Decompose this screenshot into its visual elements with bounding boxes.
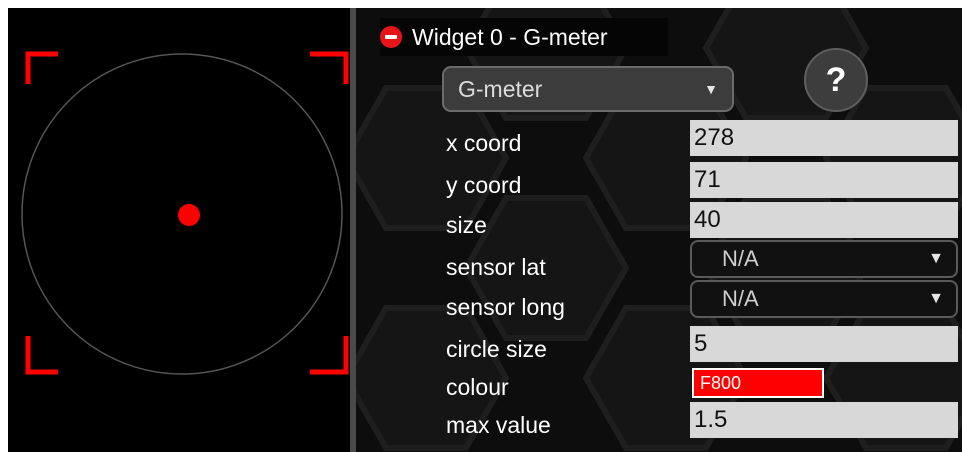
field-row-colour: colour F800 bbox=[356, 364, 962, 404]
widget-type-value: G-meter bbox=[458, 75, 543, 102]
circle-size-label: circle size bbox=[446, 336, 547, 362]
widget-title: Widget 0 - G-meter bbox=[412, 23, 608, 50]
sensor-lat-label: sensor lat bbox=[446, 254, 546, 280]
sensor-long-select[interactable]: N/A ▼ bbox=[690, 280, 958, 318]
widget-header: Widget 0 - G-meter bbox=[380, 18, 668, 56]
gmeter-dot bbox=[178, 204, 200, 226]
circle-size-input[interactable]: 5 bbox=[690, 326, 958, 362]
field-row-max-value: max value 1.5 bbox=[356, 402, 962, 442]
corner-bracket-top-right bbox=[310, 51, 349, 84]
colour-label: colour bbox=[446, 374, 509, 400]
chevron-down-icon: ▼ bbox=[704, 81, 718, 97]
x-coord-input[interactable]: 278 bbox=[690, 120, 958, 156]
field-row-sensor-long: sensor long N/A ▼ bbox=[356, 280, 962, 320]
corner-bracket-bottom-left bbox=[25, 336, 58, 375]
size-input[interactable]: 40 bbox=[690, 202, 958, 238]
gmeter-preview bbox=[8, 8, 350, 452]
size-label: size bbox=[446, 212, 487, 238]
y-coord-input[interactable]: 71 bbox=[690, 162, 958, 198]
y-coord-label: y coord bbox=[446, 172, 522, 198]
colour-input[interactable]: F800 bbox=[692, 368, 824, 398]
chevron-down-icon: ▼ bbox=[928, 290, 944, 307]
sensor-lat-select[interactable]: N/A ▼ bbox=[690, 240, 958, 278]
field-row-sensor-lat: sensor lat N/A ▼ bbox=[356, 240, 962, 280]
sensor-long-value: N/A bbox=[722, 286, 759, 311]
chevron-down-icon: ▼ bbox=[928, 250, 944, 267]
field-row-x-coord: x coord 278 bbox=[356, 120, 962, 160]
widget-settings-panel: Widget 0 - G-meter G-meter ▼ ? x coord 2… bbox=[356, 8, 962, 452]
field-row-y-coord: y coord 71 bbox=[356, 162, 962, 202]
max-value-input[interactable]: 1.5 bbox=[690, 402, 958, 438]
app-root: Widget 0 - G-meter G-meter ▼ ? x coord 2… bbox=[0, 0, 962, 452]
field-row-circle-size: circle size 5 bbox=[356, 326, 962, 366]
sensor-lat-value: N/A bbox=[722, 246, 759, 271]
help-label: ? bbox=[825, 60, 847, 99]
gmeter-preview-canvas bbox=[21, 51, 349, 375]
widget-type-select[interactable]: G-meter ▼ bbox=[442, 66, 734, 112]
sensor-long-label: sensor long bbox=[446, 294, 565, 320]
remove-circle-icon[interactable] bbox=[380, 26, 402, 48]
x-coord-label: x coord bbox=[446, 130, 522, 156]
corner-bracket-bottom-right bbox=[310, 336, 349, 375]
max-value-label: max value bbox=[446, 412, 551, 438]
corner-bracket-top-left bbox=[25, 51, 58, 84]
field-row-size: size 40 bbox=[356, 202, 962, 242]
help-button[interactable]: ? bbox=[804, 48, 868, 112]
